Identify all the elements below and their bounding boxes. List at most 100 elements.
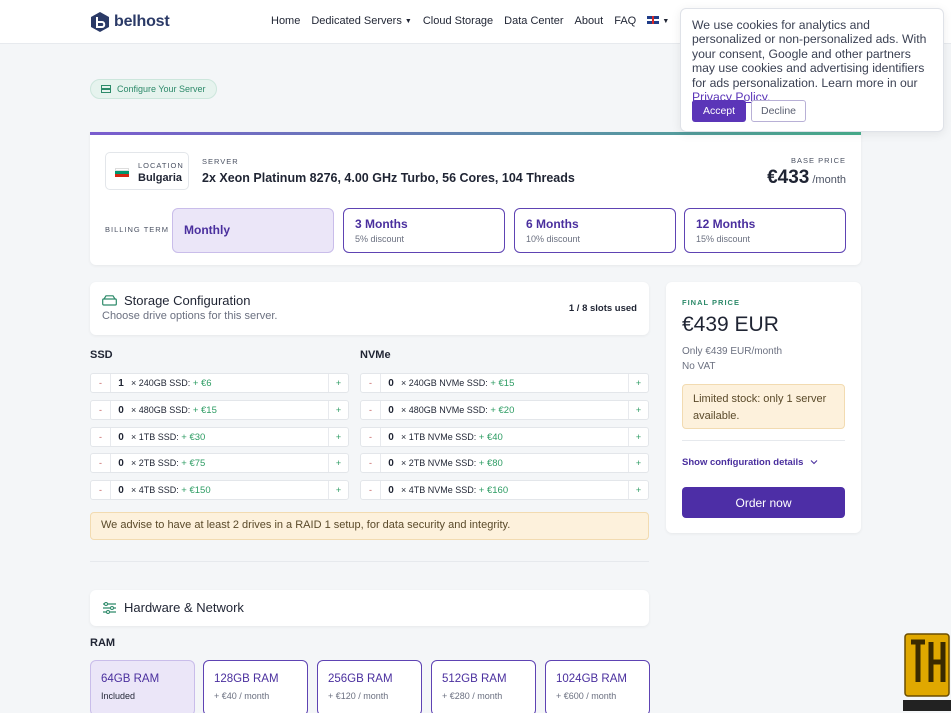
base-price-period: /month <box>812 174 846 186</box>
increment-button[interactable]: + <box>628 374 648 392</box>
increment-button[interactable]: + <box>328 374 348 392</box>
decrement-button[interactable]: - <box>91 401 111 419</box>
nav-data-center[interactable]: Data Center <box>504 15 563 27</box>
decrement-button[interactable]: - <box>91 374 111 392</box>
increment-button[interactable]: + <box>628 481 648 499</box>
quantity-value[interactable]: 0 <box>381 432 401 443</box>
nav-about[interactable]: About <box>574 15 603 27</box>
term-3-months[interactable]: 3 Months 5% discount <box>343 208 505 253</box>
chevron-down-icon <box>810 460 818 465</box>
drive-price: + €160 <box>478 484 509 496</box>
drive-price: + €20 <box>490 404 515 416</box>
drive-icon <box>102 295 117 306</box>
ram-price: Included <box>101 691 136 701</box>
decrement-button[interactable]: - <box>361 481 381 499</box>
increment-button[interactable]: + <box>328 401 348 419</box>
drive-desc: × 2TB SSD: + €75 <box>131 458 328 469</box>
drive-name: × 1TB SSD: <box>131 431 179 442</box>
drive-name: × 4TB NVMe SSD: <box>401 484 477 495</box>
drive-name: × 1TB NVMe SSD: <box>401 431 477 442</box>
drive-price: + €15 <box>490 377 515 389</box>
ram-option-256gb[interactable]: 256GB RAM + €120 / month <box>317 660 422 713</box>
term-discount: 15% discount <box>696 234 751 244</box>
decrement-button[interactable]: - <box>361 401 381 419</box>
decrement-button[interactable]: - <box>361 454 381 472</box>
term-12-months[interactable]: 12 Months 15% discount <box>684 208 846 253</box>
decrement-button[interactable]: - <box>91 428 111 446</box>
ram-price: + €280 / month <box>442 691 503 701</box>
ram-option-512gb[interactable]: 512GB RAM + €280 / month <box>431 660 536 713</box>
quantity-value[interactable]: 0 <box>111 432 131 443</box>
stock-alert: Limited stock: only 1 server available. <box>682 384 845 429</box>
decrement-button[interactable]: - <box>361 374 381 392</box>
nav-home[interactable]: Home <box>271 15 300 27</box>
quantity-value[interactable]: 0 <box>111 405 131 416</box>
brand-name: belhost <box>114 13 170 30</box>
decline-button[interactable]: Decline <box>751 100 806 122</box>
slots-used: 1 / 8 slots used <box>568 303 637 314</box>
drive-name: × 4TB SSD: <box>131 484 179 495</box>
drive-price: + €80 <box>478 457 503 469</box>
term-title: 3 Months <box>355 217 408 231</box>
quantity-value[interactable]: 1 <box>111 378 131 389</box>
location-label: LOCATION <box>138 161 184 170</box>
increment-button[interactable]: + <box>328 454 348 472</box>
ram-title: 256GB RAM <box>328 673 393 685</box>
billing-term-label: BILLING TERM <box>105 225 169 234</box>
drive-name: × 480GB SSD: <box>131 404 191 415</box>
quantity-value[interactable]: 0 <box>381 405 401 416</box>
term-6-months[interactable]: 6 Months 10% discount <box>514 208 676 253</box>
drive-price: + €40 <box>478 431 503 443</box>
quantity-value[interactable]: 0 <box>381 485 401 496</box>
bulgaria-flag-icon <box>115 168 129 177</box>
quantity-value[interactable]: 0 <box>111 458 131 469</box>
increment-button[interactable]: + <box>628 401 648 419</box>
storage-title: Storage Configuration <box>124 293 251 308</box>
ram-price: + €600 / month <box>556 691 617 701</box>
ssd-row-1tb: - 0 × 1TB SSD: + €30 + <box>90 427 349 447</box>
drive-desc: × 240GB SSD: + €6 <box>131 378 328 389</box>
decrement-button[interactable]: - <box>91 481 111 499</box>
base-price-label: BASE PRICE <box>790 156 846 165</box>
accept-button[interactable]: Accept <box>692 100 746 122</box>
term-discount: 5% discount <box>355 234 405 244</box>
increment-button[interactable]: + <box>628 428 648 446</box>
cookie-banner: We use cookies for analytics and persona… <box>680 8 944 132</box>
quantity-value[interactable]: 0 <box>111 485 131 496</box>
nvme-row-480gb: - 0 × 480GB NVMe SSD: + €20 + <box>360 400 649 420</box>
brand-logo[interactable]: belhost <box>90 11 170 33</box>
ram-option-1024gb[interactable]: 1024GB RAM + €600 / month <box>545 660 650 713</box>
drive-desc: × 480GB NVMe SSD: + €20 <box>401 405 628 416</box>
nav-cloud-storage[interactable]: Cloud Storage <box>423 15 493 27</box>
server-name: 2x Xeon Platinum 8276, 4.00 GHz Turbo, 5… <box>202 171 575 185</box>
increment-button[interactable]: + <box>628 454 648 472</box>
increment-button[interactable]: + <box>328 481 348 499</box>
drive-desc: × 4TB SSD: + €150 <box>131 485 328 496</box>
base-price-value: €433 <box>767 167 810 188</box>
quantity-value[interactable]: 0 <box>381 378 401 389</box>
order-now-button[interactable]: Order now <box>682 487 845 518</box>
drive-name: × 2TB SSD: <box>131 457 179 468</box>
decrement-button[interactable]: - <box>361 428 381 446</box>
decrement-button[interactable]: - <box>91 454 111 472</box>
drive-desc: × 1TB SSD: + €30 <box>131 432 328 443</box>
drive-price: + €150 <box>181 484 211 496</box>
ram-title: 128GB RAM <box>214 673 279 685</box>
nav-dedicated-servers[interactable]: Dedicated Servers ▼ <box>311 15 412 27</box>
price-divider <box>682 440 845 441</box>
language-selector[interactable]: ▼ <box>647 15 669 27</box>
drive-price: + €6 <box>192 377 212 389</box>
term-monthly[interactable]: Monthly <box>172 208 334 253</box>
nvme-row-1tb: - 0 × 1TB NVMe SSD: + €40 + <box>360 427 649 447</box>
section-divider <box>90 561 649 562</box>
quantity-value[interactable]: 0 <box>381 458 401 469</box>
show-config-toggle[interactable]: Show configuration details <box>682 457 818 468</box>
caret-down-icon: ▼ <box>662 18 670 25</box>
raid-advice: We advise to have at least 2 drives in a… <box>90 512 649 540</box>
nav-faq[interactable]: FAQ <box>614 15 636 27</box>
drive-desc: × 1TB NVMe SSD: + €40 <box>401 432 628 443</box>
server-label: SERVER <box>202 157 239 166</box>
ram-option-64gb[interactable]: 64GB RAM Included <box>90 660 195 713</box>
increment-button[interactable]: + <box>328 428 348 446</box>
ram-option-128gb[interactable]: 128GB RAM + €40 / month <box>203 660 308 713</box>
